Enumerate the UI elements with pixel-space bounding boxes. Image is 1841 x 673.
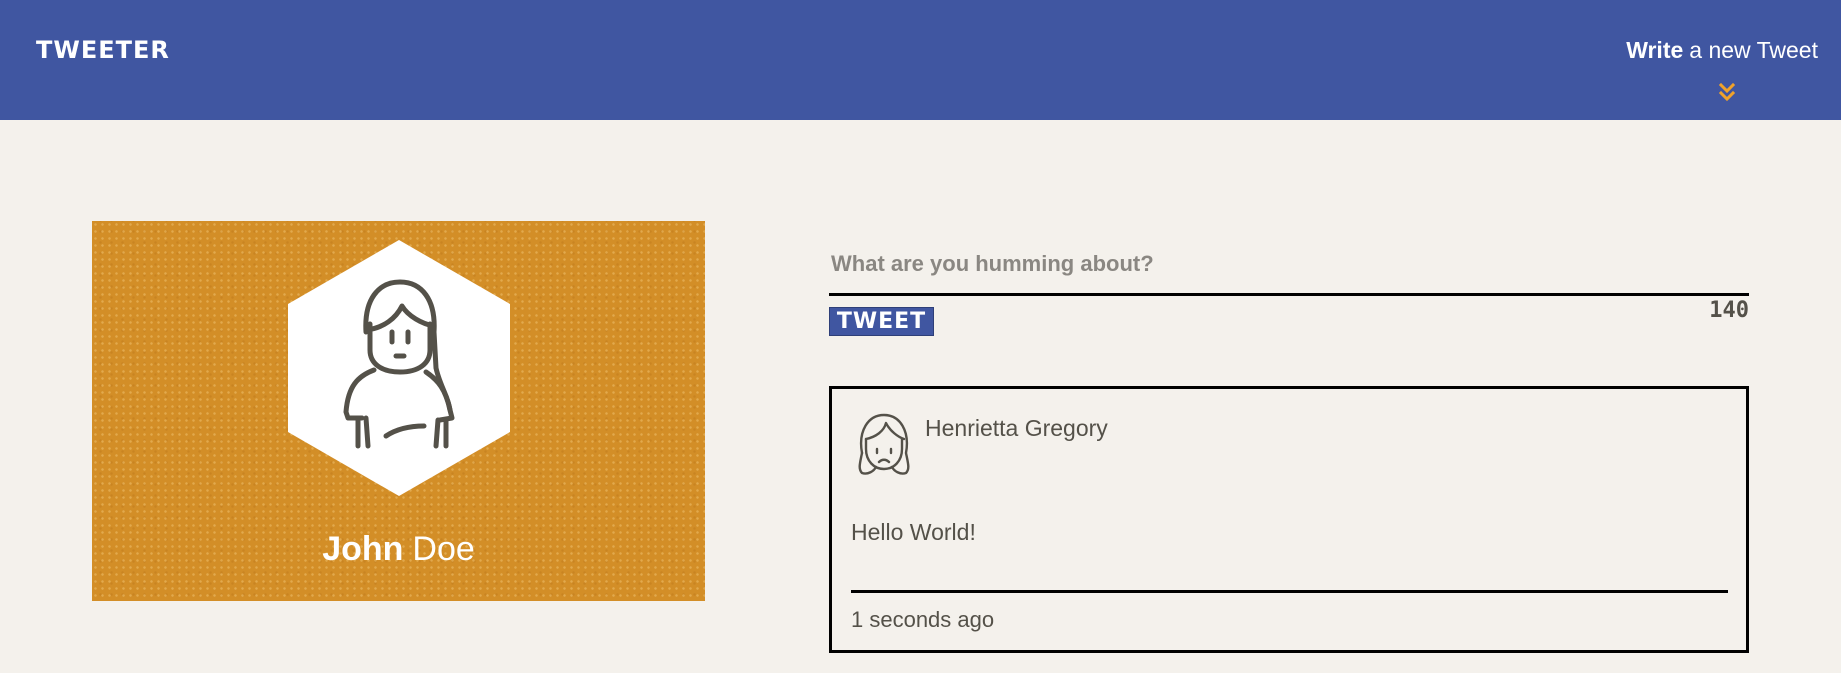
write-tweet-label-strong: Write (1626, 37, 1684, 63)
profile-last-name: Doe (412, 530, 475, 568)
profile-card: John Doe (92, 221, 705, 601)
double-chevron-down-icon[interactable] (1719, 83, 1735, 103)
tweet-content: Hello World! (851, 519, 976, 545)
tweet-author-name[interactable]: Henrietta Gregory (925, 415, 1108, 442)
woman-avatar-icon (288, 240, 510, 496)
tweet-text-input[interactable] (829, 248, 1749, 296)
tweet-card: Henrietta Gregory Hello World! 1 seconds… (829, 386, 1749, 653)
brand-logo[interactable]: TWEETER (36, 36, 170, 64)
profile-first-name: John (322, 530, 404, 568)
top-nav: TWEETER Write a new Tweet (0, 0, 1841, 120)
tweet-divider (851, 590, 1728, 593)
girl-face-icon (858, 413, 910, 475)
new-tweet-form: TWEET 140 (829, 248, 1749, 338)
tweet-submit-button[interactable]: TWEET (829, 307, 934, 336)
write-tweet-label: Write a new Tweet (1626, 37, 1818, 64)
profile-name: John Doe (92, 530, 705, 569)
tweet-timestamp: 1 seconds ago (851, 607, 995, 632)
write-tweet-label-rest: a new Tweet (1689, 37, 1818, 63)
character-counter: 140 (1709, 298, 1749, 323)
write-tweet-toggle[interactable]: Write a new Tweet (1578, 37, 1818, 109)
